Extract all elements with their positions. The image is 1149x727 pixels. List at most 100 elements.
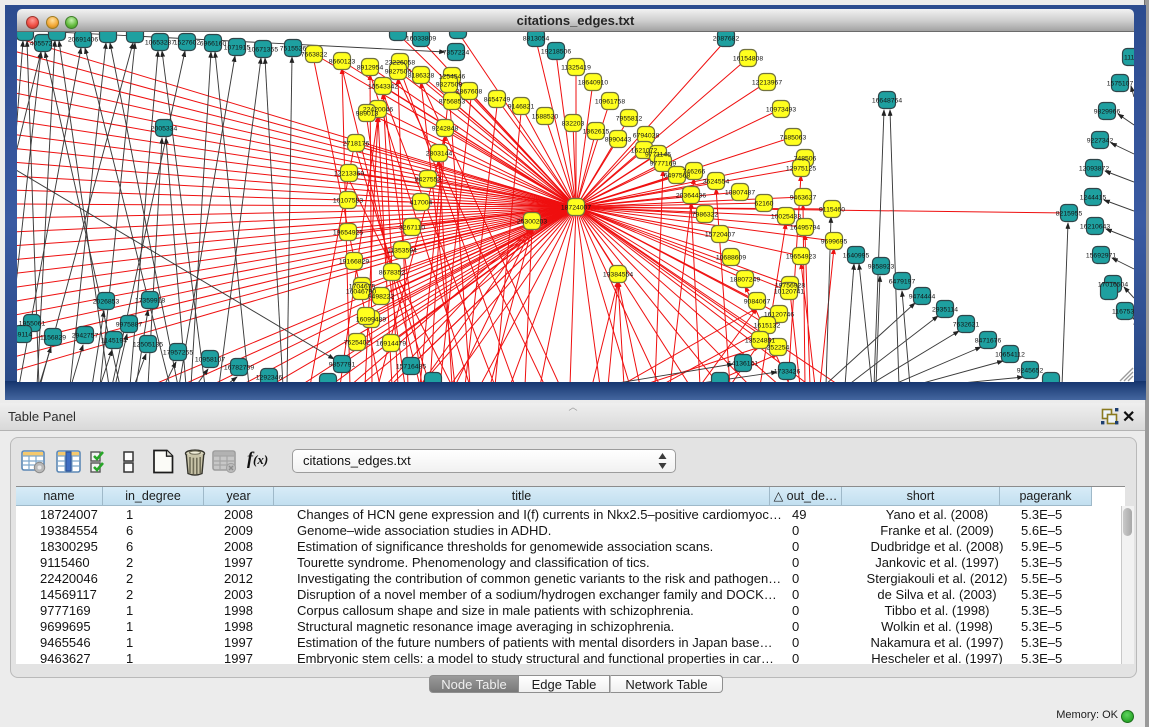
svg-text:2026853: 2026853 [93, 298, 120, 305]
svg-text:16914479: 16914479 [376, 340, 406, 347]
svg-text:4055724: 4055724 [30, 40, 57, 47]
svg-text:748506: 748506 [794, 155, 817, 162]
svg-text:9227342: 9227342 [1087, 137, 1114, 144]
svg-text:8756853: 8756853 [439, 98, 466, 105]
svg-text:62160: 62160 [755, 200, 774, 207]
svg-text:1588520: 1588520 [532, 113, 559, 120]
svg-text:832203: 832203 [562, 120, 585, 127]
svg-text:12093872: 12093872 [1079, 165, 1109, 172]
svg-text:10654112: 10654112 [995, 351, 1025, 358]
svg-text:11353594: 11353594 [387, 247, 417, 254]
svg-text:1615132: 1615132 [754, 322, 781, 329]
svg-text:16099489: 16099489 [356, 316, 386, 323]
svg-text:17016504: 17016504 [1098, 281, 1128, 288]
svg-text:2005334: 2005334 [151, 125, 178, 132]
svg-text:8678352: 8678352 [379, 269, 406, 276]
svg-text:12505135: 12505135 [133, 341, 163, 348]
svg-text:19654925: 19654925 [333, 229, 363, 236]
svg-text:9327508: 9327508 [436, 81, 463, 88]
svg-text:16495794: 16495794 [790, 224, 820, 231]
svg-text:20691406: 20691406 [68, 36, 98, 43]
svg-text:20364436: 20364436 [676, 192, 706, 199]
svg-text:10653287: 10653287 [145, 39, 175, 46]
svg-text:6479197: 6479197 [889, 278, 916, 285]
svg-text:3267110: 3267110 [399, 224, 425, 231]
svg-text:15720407: 15720407 [705, 231, 735, 238]
svg-text:9777169: 9777169 [650, 160, 677, 167]
svg-text:8471676: 8471676 [975, 337, 1002, 344]
svg-text:1955061: 1955061 [19, 320, 46, 327]
svg-text:9242848: 9242848 [432, 125, 459, 132]
svg-text:1292346: 1292346 [256, 374, 283, 381]
svg-text:8813054: 8813054 [523, 35, 550, 42]
svg-text:10688609: 10688609 [716, 254, 746, 261]
svg-text:7625402: 7625402 [344, 339, 371, 346]
svg-text:1254546: 1254546 [439, 73, 466, 80]
svg-text:9463627: 9463627 [790, 194, 817, 201]
svg-text:15716485: 15716485 [396, 363, 426, 370]
svg-text:8215955: 8215955 [1056, 210, 1083, 217]
svg-text:10958107: 10958107 [195, 356, 225, 363]
svg-text:39114: 39114 [17, 331, 32, 338]
svg-text:17359918: 17359918 [135, 297, 165, 304]
svg-text:6966160: 6966160 [200, 40, 227, 47]
svg-text:10807487: 10807487 [725, 189, 755, 196]
svg-text:19384554: 19384554 [603, 271, 633, 278]
svg-text:9498222: 9498222 [368, 293, 395, 300]
svg-text:7485063: 7485063 [780, 134, 807, 141]
svg-text:6794028: 6794028 [633, 132, 660, 139]
svg-text:2087682: 2087682 [713, 35, 740, 42]
svg-text:8912954: 8912954 [357, 64, 384, 71]
svg-text:10107553: 10107553 [333, 197, 363, 204]
svg-text:14136141: 14136141 [728, 360, 758, 367]
svg-text:19218506: 19218506 [541, 48, 571, 55]
svg-text:10671355: 10671355 [248, 46, 278, 53]
svg-text:9975887: 9975887 [116, 321, 143, 328]
svg-text:10120741: 10120741 [774, 288, 804, 295]
svg-text:2942757: 2942757 [72, 332, 99, 339]
svg-text:417004: 417004 [410, 199, 433, 206]
svg-text:252254: 252254 [767, 344, 790, 351]
svg-text:7986322: 7986322 [692, 211, 719, 218]
svg-text:1244415: 1244415 [1080, 194, 1107, 201]
svg-text:2718176: 2718176 [343, 140, 370, 147]
svg-text:8186328: 8186328 [408, 72, 435, 79]
svg-text:2935114: 2935114 [932, 306, 958, 313]
svg-text:9829966: 9829966 [1094, 108, 1121, 115]
svg-text:16154808: 16154808 [733, 55, 763, 62]
svg-text:6497568: 6497568 [664, 172, 691, 179]
svg-text:8990443: 8990443 [605, 136, 632, 143]
svg-text:18724007: 18724007 [561, 204, 591, 211]
svg-text:1156829: 1156829 [40, 334, 66, 341]
svg-text:19166829: 19166829 [339, 258, 369, 265]
svg-text:9115460: 9115460 [819, 206, 845, 213]
svg-text:1362615: 1362615 [583, 128, 610, 135]
svg-text:9699695: 9699695 [821, 238, 848, 245]
svg-text:8454749: 8454749 [484, 96, 511, 103]
svg-text:10961758: 10961758 [595, 98, 625, 105]
svg-text:7357224: 7357224 [443, 49, 470, 56]
svg-text:9084067: 9084067 [744, 298, 771, 305]
svg-text:2867608: 2867608 [456, 88, 483, 95]
svg-text:18640910: 18640910 [578, 79, 608, 86]
svg-text:9771145: 9771145 [645, 151, 671, 158]
svg-text:2803144: 2803144 [426, 150, 453, 157]
svg-text:16210643: 16210643 [1080, 223, 1110, 230]
svg-text:1167534: 1167534 [1112, 308, 1134, 315]
svg-text:16120746: 16120746 [764, 311, 794, 318]
svg-text:10543342: 10543342 [368, 83, 398, 90]
svg-text:1640995: 1640995 [843, 252, 870, 259]
svg-text:3624554: 3624554 [703, 178, 730, 185]
svg-text:9474444: 9474444 [909, 293, 936, 300]
svg-text:8427552: 8427552 [415, 176, 442, 183]
svg-text:12213967: 12213967 [752, 79, 782, 86]
svg-text:9146821: 9146821 [508, 103, 535, 110]
svg-text:1575107: 1575107 [1107, 80, 1134, 87]
svg-text:18807249: 18807249 [730, 276, 760, 283]
svg-text:12975125: 12975125 [786, 165, 816, 172]
svg-text:16033809: 16033809 [406, 35, 436, 42]
svg-text:17957255: 17957255 [163, 349, 193, 356]
svg-text:1071915: 1071915 [224, 44, 251, 51]
svg-text:16648764: 16648764 [872, 97, 902, 104]
svg-text:7955812: 7955812 [616, 115, 643, 122]
